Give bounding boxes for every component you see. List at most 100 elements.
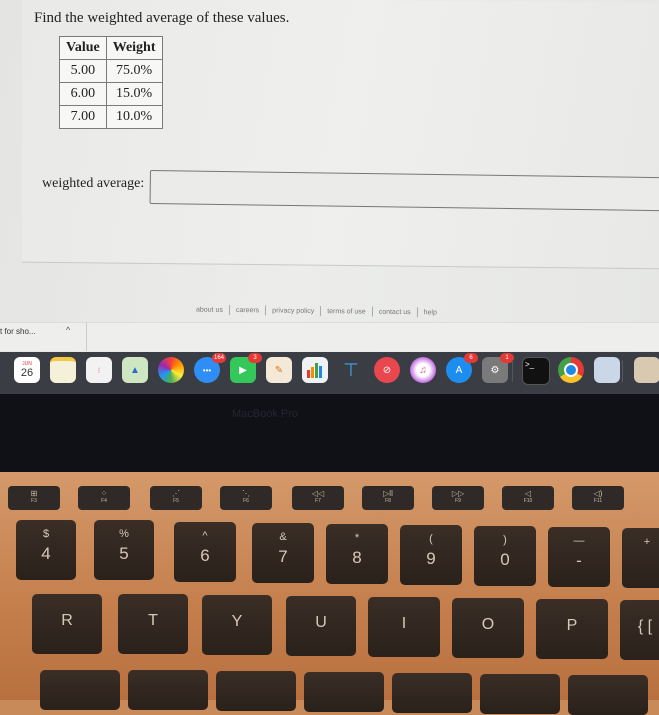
numbers-icon[interactable] bbox=[302, 357, 328, 383]
table-row: 6.00 15.0% bbox=[59, 82, 163, 106]
key-label: F6 bbox=[243, 498, 249, 504]
key-i[interactable]: I bbox=[368, 597, 440, 657]
footer-link-help[interactable]: help bbox=[424, 309, 437, 316]
key-9[interactable]: (9 bbox=[400, 525, 462, 585]
dock-separator bbox=[622, 360, 623, 382]
app-store-badge: 6 bbox=[464, 353, 478, 363]
key-plus[interactable]: + bbox=[622, 528, 659, 588]
key-home-row[interactable] bbox=[216, 671, 296, 711]
key-0[interactable]: ) 0 bbox=[474, 526, 536, 586]
reminders-icon[interactable]: ⁝ bbox=[86, 357, 112, 383]
key-label: 0 bbox=[500, 550, 510, 569]
download-divider bbox=[86, 323, 87, 351]
footer-link-contact-us[interactable]: contact us bbox=[379, 308, 411, 315]
app-store-icon[interactable]: A 6 bbox=[446, 353, 478, 383]
key-home-row[interactable] bbox=[568, 675, 648, 715]
macbook-pro-label: MacBook Pro bbox=[232, 408, 299, 420]
terminal-icon[interactable]: >_ bbox=[522, 357, 550, 385]
key-f5[interactable]: ⋰ F5 bbox=[150, 486, 202, 510]
key-7[interactable]: & 7 bbox=[252, 523, 314, 583]
key-shift-label: & bbox=[279, 531, 287, 543]
system-preferences-icon[interactable]: ⚙ 1 bbox=[482, 353, 514, 383]
preview-icon[interactable] bbox=[594, 357, 620, 383]
chevron-up-icon[interactable]: ^ bbox=[66, 325, 70, 335]
values-table: Value Weight 5.00 75.0% 6.00 15.0% 7.00 … bbox=[59, 36, 163, 129]
key-home-row[interactable] bbox=[304, 672, 384, 712]
chrome-icon[interactable] bbox=[558, 357, 584, 383]
dock-separator bbox=[512, 360, 513, 382]
key-home-row[interactable] bbox=[480, 674, 560, 714]
key-y[interactable]: Y bbox=[202, 595, 272, 655]
key-label: 5 bbox=[119, 544, 129, 563]
footer-divider bbox=[228, 304, 230, 315]
footer-links: about us careers privacy policy terms of… bbox=[196, 304, 437, 318]
key-label: F10 bbox=[523, 498, 533, 504]
key-u[interactable]: U bbox=[286, 596, 356, 656]
key-f11[interactable]: ◁) F11 bbox=[572, 486, 624, 510]
key-f8[interactable]: ▷ll F8 bbox=[362, 486, 414, 510]
key-shift-label: % bbox=[119, 528, 129, 540]
key-shift-label: + bbox=[643, 536, 651, 548]
key-shift-label: $ bbox=[42, 528, 50, 540]
notes-icon[interactable] bbox=[50, 357, 76, 383]
launchpad-icon: ⁘ bbox=[100, 489, 108, 498]
key-6[interactable]: ^ 6 bbox=[174, 522, 236, 582]
weighted-average-label: weighted average: bbox=[42, 176, 145, 191]
key-home-row[interactable] bbox=[392, 673, 472, 713]
play-pause-icon: ▷ll bbox=[383, 489, 393, 498]
key-label: F4 bbox=[101, 498, 107, 504]
key-home-row[interactable] bbox=[128, 670, 208, 710]
key-label: U bbox=[315, 614, 327, 631]
key-open-bracket[interactable]: { [ bbox=[620, 600, 659, 660]
itunes-icon[interactable]: ♫ bbox=[410, 357, 436, 383]
key-4[interactable]: $4 bbox=[16, 520, 76, 580]
key-label: F3 bbox=[31, 498, 37, 504]
key-label: { [ bbox=[637, 618, 653, 635]
facetime-icon[interactable]: ▶ 3 bbox=[230, 353, 262, 383]
key-f9[interactable]: ▷▷ F9 bbox=[432, 486, 484, 510]
key-5[interactable]: % 5 bbox=[94, 520, 154, 580]
pages-icon[interactable]: ✎ bbox=[266, 357, 292, 383]
key-r[interactable]: R bbox=[32, 594, 102, 654]
key-label: F5 bbox=[173, 498, 179, 504]
key-label: F11 bbox=[593, 498, 603, 504]
calendar-icon[interactable]: JUN 26 bbox=[14, 357, 40, 383]
photos-icon[interactable] bbox=[158, 357, 184, 383]
maps-icon[interactable]: ▲ bbox=[122, 357, 148, 383]
keynote-icon[interactable]: ⊤ bbox=[338, 357, 364, 383]
cell-weight: 75.0% bbox=[105, 59, 163, 83]
key-label: 8 bbox=[352, 548, 362, 567]
key-label: P bbox=[566, 617, 578, 634]
table-row: 5.00 75.0% bbox=[59, 59, 163, 83]
key-f6[interactable]: ⋱ F6 bbox=[220, 486, 272, 510]
news-icon[interactable]: ⊘ bbox=[374, 357, 400, 383]
key-label: 4 bbox=[41, 544, 51, 563]
key-p[interactable]: P bbox=[536, 599, 608, 659]
key-shift-label: ( bbox=[429, 533, 433, 545]
key-label: T bbox=[148, 612, 158, 629]
key-f7[interactable]: ◁◁ F7 bbox=[292, 486, 344, 510]
key-label: F7 bbox=[315, 498, 321, 504]
download-item-label[interactable]: t for sho... bbox=[0, 327, 36, 336]
download-bar: t for sho... ^ bbox=[0, 322, 659, 351]
key-minus[interactable]: — - bbox=[548, 527, 610, 587]
key-f3[interactable]: ⊞ F3 bbox=[8, 486, 60, 510]
key-home-row[interactable] bbox=[40, 670, 120, 710]
key-f10[interactable]: ◁ F10 bbox=[502, 486, 554, 510]
rewind-icon: ◁◁ bbox=[311, 489, 325, 498]
key-f4[interactable]: ⁘ F4 bbox=[78, 486, 130, 510]
key-label: R bbox=[61, 612, 73, 629]
footer-link-about-us[interactable]: about us bbox=[196, 306, 223, 313]
keyboard: ⊞ F3 ⁘ F4 ⋰ F5 ⋱ F6 ◁◁ F7 ▷ll F8 ▷▷ F9 ◁ F10 ◁) F… bbox=[0, 472, 659, 715]
footer-link-careers[interactable]: careers bbox=[236, 307, 259, 314]
cell-weight: 10.0% bbox=[105, 105, 163, 129]
key-label: - bbox=[576, 551, 582, 570]
downloads-stack-icon[interactable] bbox=[634, 357, 659, 383]
key-label: I bbox=[401, 615, 407, 632]
key-t[interactable]: T bbox=[118, 594, 188, 654]
messages-icon[interactable]: ••• 164 bbox=[194, 353, 226, 383]
footer-link-terms-of-use[interactable]: terms of use bbox=[327, 308, 366, 315]
key-o[interactable]: O bbox=[452, 598, 524, 658]
footer-link-privacy-policy[interactable]: privacy policy bbox=[272, 307, 314, 315]
key-8[interactable]: * 8 bbox=[326, 524, 388, 584]
